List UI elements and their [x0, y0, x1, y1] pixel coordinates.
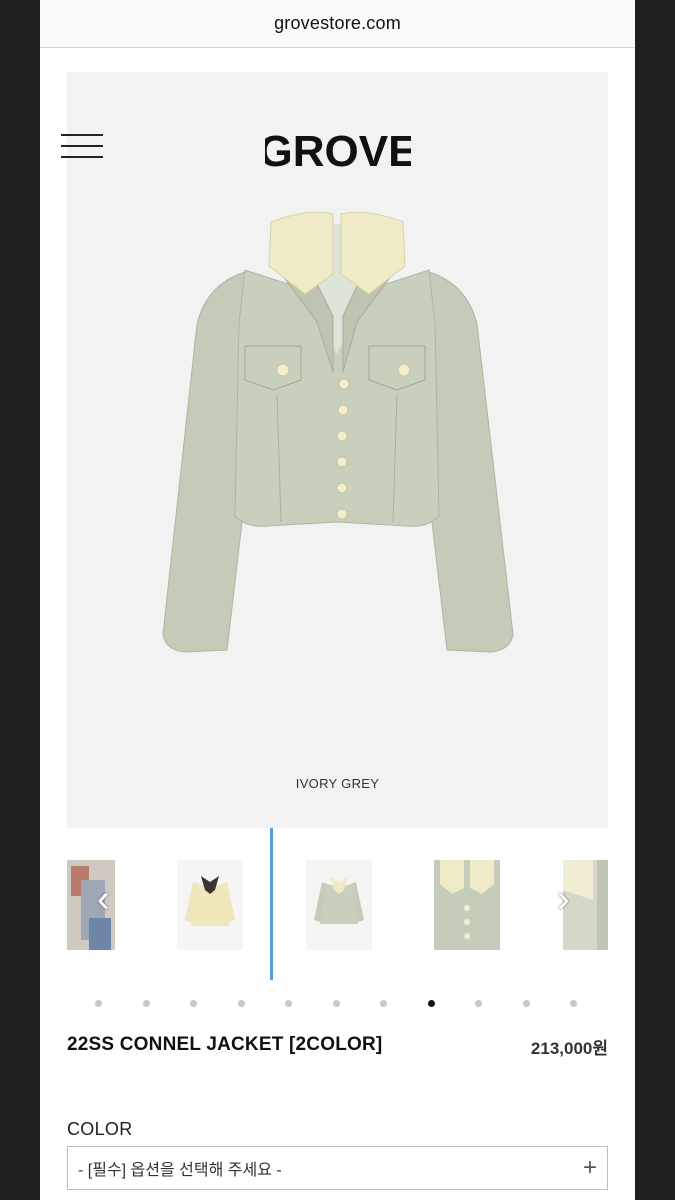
product-hero-image[interactable]: GROVE IVORY GREY: [61, 72, 608, 828]
menu-icon[interactable]: [61, 132, 103, 160]
pagination-dot[interactable]: [95, 1000, 102, 1007]
pagination-dot[interactable]: [475, 1000, 482, 1007]
thumbnail-jacket-detail[interactable]: [434, 860, 500, 950]
thumbnail-strip[interactable]: ‹ ›: [67, 828, 608, 988]
chevron-left-icon[interactable]: ‹: [97, 880, 110, 918]
pagination-dot[interactable]: [190, 1000, 197, 1007]
pagination-dot[interactable]: [142, 1000, 150, 1007]
color-option-label: COLOR: [67, 1119, 133, 1139]
url-text[interactable]: grovestore.com: [274, 13, 401, 34]
pagination-dot[interactable]: [570, 1000, 577, 1007]
variant-caption: IVORY GREY: [295, 776, 380, 791]
pagination-dot[interactable]: [522, 1000, 530, 1007]
grove-logo[interactable]: GROVE: [265, 126, 411, 172]
pagination-dot[interactable]: [380, 1000, 387, 1007]
product-price: 213,000원: [530, 1039, 608, 1058]
pagination-dot[interactable]: [427, 1000, 435, 1007]
browser-address-bar[interactable]: grovestore.com: [40, 0, 635, 48]
logo-text: GROVE: [265, 127, 411, 172]
plus-icon[interactable]: +: [583, 1156, 597, 1180]
color-option-placeholder[interactable]: - [필수] 옵션을 선택해 주세요 -: [78, 1156, 583, 1180]
carousel-pagination[interactable]: [95, 1000, 585, 1008]
color-option-select[interactable]: - [필수] 옵션을 선택해 주세요 - +: [67, 1146, 608, 1190]
pagination-dot[interactable]: [285, 1000, 292, 1007]
pagination-dot[interactable]: [332, 1000, 340, 1007]
jacket-product-photo: [162, 211, 514, 653]
thumbnail-grey-jacket[interactable]: [306, 860, 372, 950]
mobile-page: grovestore.com GROVE IVORY GREY ‹ › 22SS…: [40, 0, 635, 1200]
product-title: 22SS CONNEL JACKET [2COLOR]: [67, 1034, 383, 1055]
thumbnail-ivory-jacket[interactable]: [177, 860, 243, 950]
pagination-dot[interactable]: [237, 1000, 245, 1007]
thumbnail-scroll-indicator: [270, 828, 273, 980]
chevron-right-icon[interactable]: ›: [557, 880, 570, 918]
